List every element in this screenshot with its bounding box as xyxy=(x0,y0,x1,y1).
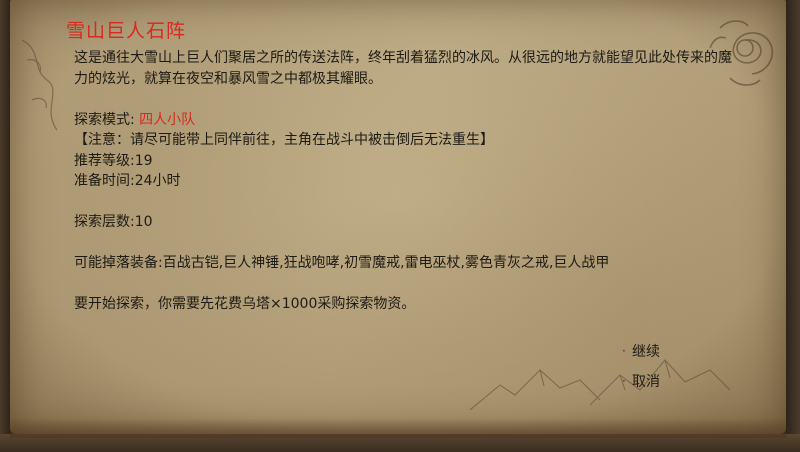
quest-title: 雪山巨人石阵 xyxy=(66,20,187,42)
exploration-mode-value: 四人小队 xyxy=(139,111,196,128)
dragon-sketch-icon xyxy=(21,39,58,131)
cancel-option[interactable]: · 取消 xyxy=(622,370,660,392)
exploration-cost: 要开始探索，你需要先花费乌塔×1000采购探索物资。 xyxy=(74,296,416,312)
dialog-options: · 继续 · 取消 xyxy=(622,340,660,400)
exploration-mode-label: 探索模式: xyxy=(74,111,140,128)
game-scene: 雪山巨人石阵 这是通往大雪山上巨人们聚居之所的传送法阵，终年刮着猛烈的冰风。从很… xyxy=(0,0,800,452)
bullet-icon: · xyxy=(622,374,626,388)
recommended-level: 推荐等级:19 xyxy=(74,152,153,169)
continue-option[interactable]: · 继续 xyxy=(622,340,660,362)
quest-description: 这是通往大雪山上巨人们聚居之所的传送法阵，终年刮着猛烈的冰风。从很远的地方就能望… xyxy=(74,50,732,87)
mountain-sketch-icon xyxy=(470,359,730,411)
exploration-mode: 探索模式: 四人小队 xyxy=(74,110,734,131)
quest-details: 这是通往大雪山上巨人们聚居之所的传送法阵，终年刮着猛烈的冰风。从很远的地方就能望… xyxy=(74,48,734,315)
cancel-label: 取消 xyxy=(632,374,660,390)
continue-label: 继续 xyxy=(632,344,660,360)
bullet-icon: · xyxy=(622,344,626,358)
frame-left xyxy=(0,0,10,452)
floor-count: 探索层数:10 xyxy=(74,214,153,230)
possible-drops: 可能掉落装备:百战古铠,巨人神锤,狂战咆哮,初雪魔戒,雷电巫杖,雾色青灰之戒,巨… xyxy=(74,255,610,271)
preparation-time: 准备时间:24小时 xyxy=(74,173,181,189)
notice-text: 【注意：请尽可能带上同伴前往，主角在战斗中被击倒后无法重生】 xyxy=(74,132,494,148)
parchment-edge xyxy=(10,418,786,438)
